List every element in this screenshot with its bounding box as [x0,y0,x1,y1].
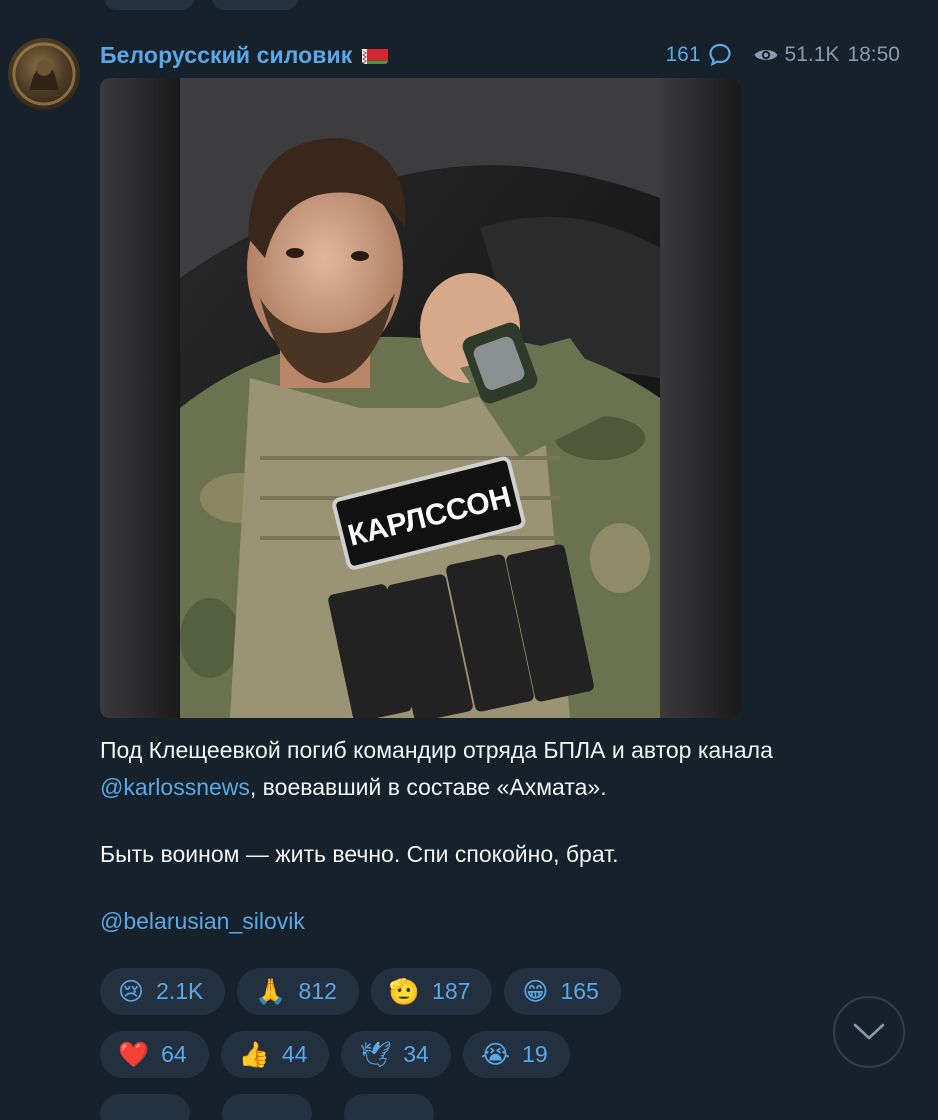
reaction-heart[interactable]: ❤️ 64 [100,1031,209,1078]
post-meta: 161 51.1K 18:50 [666,42,900,68]
chevron-down-icon [853,1023,885,1040]
chat-view: Белорусский силовик 161 51.1K 18:50 КАРЛ… [0,0,938,1120]
author-mention-link[interactable]: @karlossnews [100,774,250,800]
soldier-photo-image: КАРЛССОН [100,78,740,718]
reaction-sobbing[interactable]: 😭 19 [462,1031,570,1078]
channel-signature-link[interactable]: @belarusian_silovik [100,908,305,934]
loudly-crying-face-icon: 😭 [480,1040,511,1069]
reaction-grin[interactable]: 😁 165 [504,968,621,1015]
dove-icon: 🕊 [359,1039,392,1069]
next-reactions-partial [100,1094,466,1120]
crying-face-icon: 😢 [118,977,145,1006]
avatar-image [12,42,76,106]
thumbs-up-icon: 👍 [238,1039,270,1069]
post-text-part1: Под Клещеевкой погиб командир отряда БПЛ… [100,737,773,763]
channel-name: Белорусский силовик [100,42,353,68]
reaction-thumbs-up[interactable]: 👍 44 [220,1031,330,1078]
reaction-salute[interactable]: 🫡 187 [370,968,493,1015]
saluting-face-icon: 🫡 [388,976,421,1006]
reactions-row: ❤️ 64 👍 44 🕊 34 😭 19 [100,1031,820,1078]
scroll-to-bottom-button[interactable] [833,996,905,1068]
channel-name-link[interactable]: Белорусский силовик [100,42,389,69]
reaction-count: 64 [161,1041,187,1067]
reaction-count: 812 [298,978,337,1004]
reaction-count: 2.1K [156,978,204,1004]
partial-reaction-pill[interactable] [344,1094,434,1120]
previous-post-reaction[interactable] [104,0,194,10]
reaction-dove[interactable]: 🕊 34 [341,1031,451,1078]
comments-count: 161 [665,43,701,66]
comment-bubble-icon [708,43,731,67]
post-text: Под Клещеевкой погиб командир отряда БПЛ… [100,732,800,940]
post-header: Белорусский силовик 161 51.1K 18:50 [100,30,900,78]
reaction-pray[interactable]: 🙏 812 [237,968,359,1015]
views-count: 51.1K [784,43,840,66]
post-paragraph-epitaph: Быть воином — жить вечно. Спи спокойно, … [100,841,619,867]
post-text-part2: , воевавший в составе «Ахмата». [249,774,607,800]
belarus-flag-icon [362,46,389,64]
eye-icon [754,50,778,60]
comments-button[interactable]: 161 [666,42,733,68]
post-paragraph: Под Клещеевкой погиб командир отряда БПЛ… [100,732,800,806]
reaction-count: 19 [522,1041,548,1067]
reactions-row: 😢 2.1K 🙏 812 🫡 187 😁 165 [100,968,820,1015]
reaction-count: 187 [432,978,471,1004]
previous-post-reaction[interactable] [212,0,298,10]
heart-icon: ❤️ [118,1039,150,1069]
reactions-bar: 😢 2.1K 🙏 812 🫡 187 😁 165 ❤️ 64 👍 44 🕊 34 😭 19 [100,968,820,1094]
channel-post: Белорусский силовик 161 51.1K 18:50 КАРЛ… [100,30,900,1078]
views-indicator: 51.1K [753,43,840,67]
channel-avatar[interactable] [8,38,80,110]
reaction-count: 165 [560,978,599,1004]
post-time: 18:50 [847,43,900,66]
folded-hands-icon: 🙏 [255,976,287,1006]
reaction-crying[interactable]: 😢 2.1K [100,968,226,1015]
reaction-count: 34 [403,1041,429,1067]
post-photo[interactable]: КАРЛССОН [100,78,740,718]
reaction-count: 44 [281,1041,308,1067]
partial-reaction-pill[interactable] [100,1094,190,1120]
partial-reaction-pill[interactable] [222,1094,312,1120]
grinning-face-icon: 😁 [522,977,549,1006]
